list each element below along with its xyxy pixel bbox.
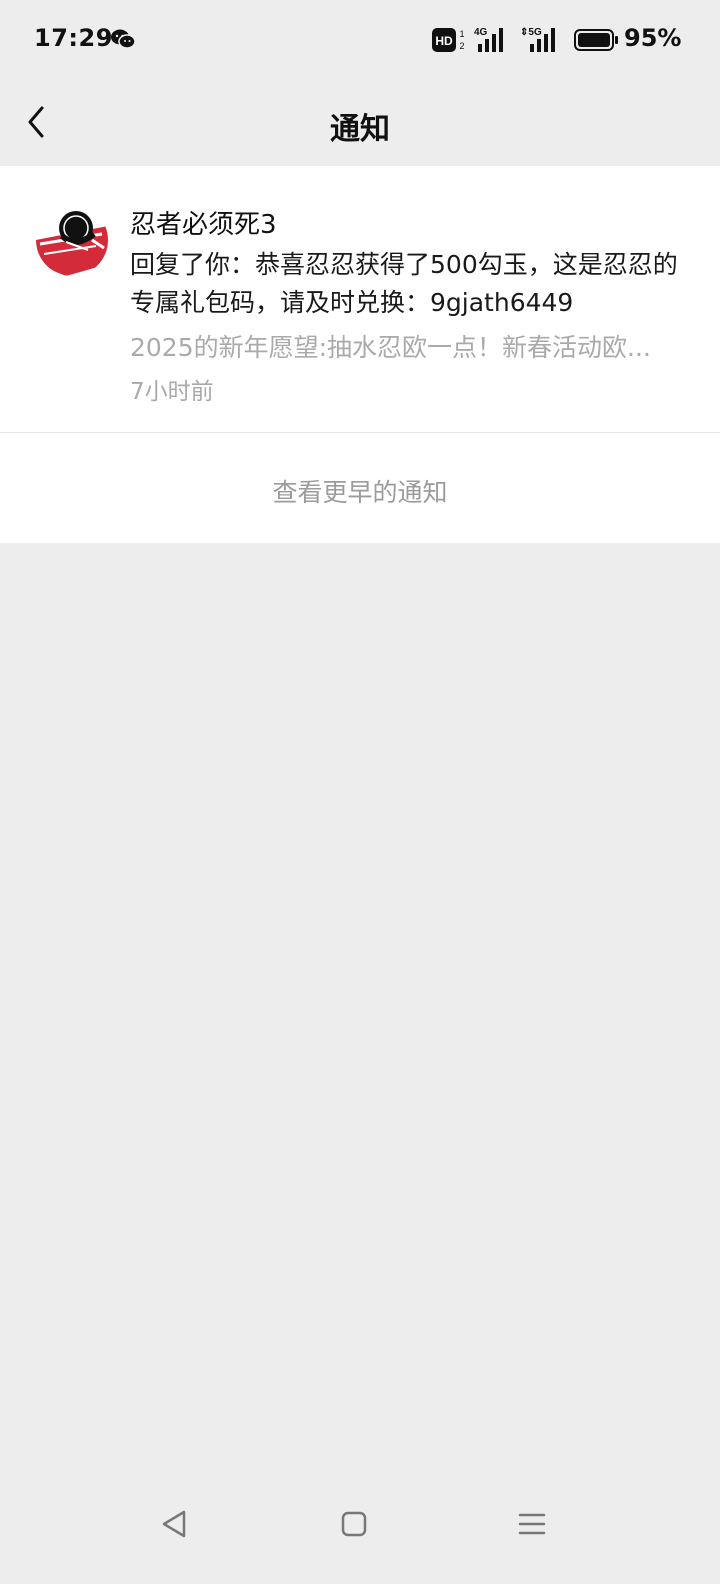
signal-4g-icon: 4G	[474, 27, 503, 52]
message-body: 回复了你：恭喜忍忍获得了500勾玉，这是忍忍的专属礼包码，请及时兑换：9gjat…	[130, 250, 678, 317]
header: 通知	[0, 80, 720, 166]
status-bar: 17:29 HD 1 2 4G ⇕5G 95%	[0, 0, 720, 80]
page-title: 通知	[330, 112, 390, 147]
battery-percentage: 95%	[624, 24, 682, 52]
quoted-comment: 2025的新年愿望:抽水忍欧一点！新春活动欧...	[130, 333, 651, 362]
hd-icon: HD 1 2	[432, 28, 465, 52]
nav-menu-icon[interactable]	[516, 1508, 548, 1540]
earlier-notifications-section: 查看更早的通知	[0, 433, 720, 543]
svg-text:⇕5G: ⇕5G	[520, 27, 542, 38]
wechat-icon	[111, 29, 136, 49]
sender-name: 忍者必须死3	[130, 210, 277, 240]
svg-text:HD: HD	[435, 34, 453, 48]
nav-home-icon[interactable]	[338, 1508, 370, 1540]
view-earlier-notifications-link[interactable]: 查看更早的通知	[0, 473, 720, 509]
avatar[interactable]	[36, 204, 108, 276]
status-time: 17:29	[34, 24, 113, 52]
battery-icon	[574, 29, 618, 51]
svg-text:2: 2	[459, 41, 464, 51]
system-nav-bar	[0, 1490, 720, 1584]
svg-text:1: 1	[459, 29, 464, 39]
nav-back-icon[interactable]	[158, 1508, 190, 1540]
signal-5g-icon: ⇕5G	[520, 27, 555, 52]
svg-text:4G: 4G	[474, 27, 488, 38]
notification-card[interactable]: 忍者必须死3 回复了你：恭喜忍忍获得了500勾玉，这是忍忍的专属礼包码，请及时兑…	[0, 166, 720, 433]
message-timestamp: 7小时前	[130, 379, 214, 405]
